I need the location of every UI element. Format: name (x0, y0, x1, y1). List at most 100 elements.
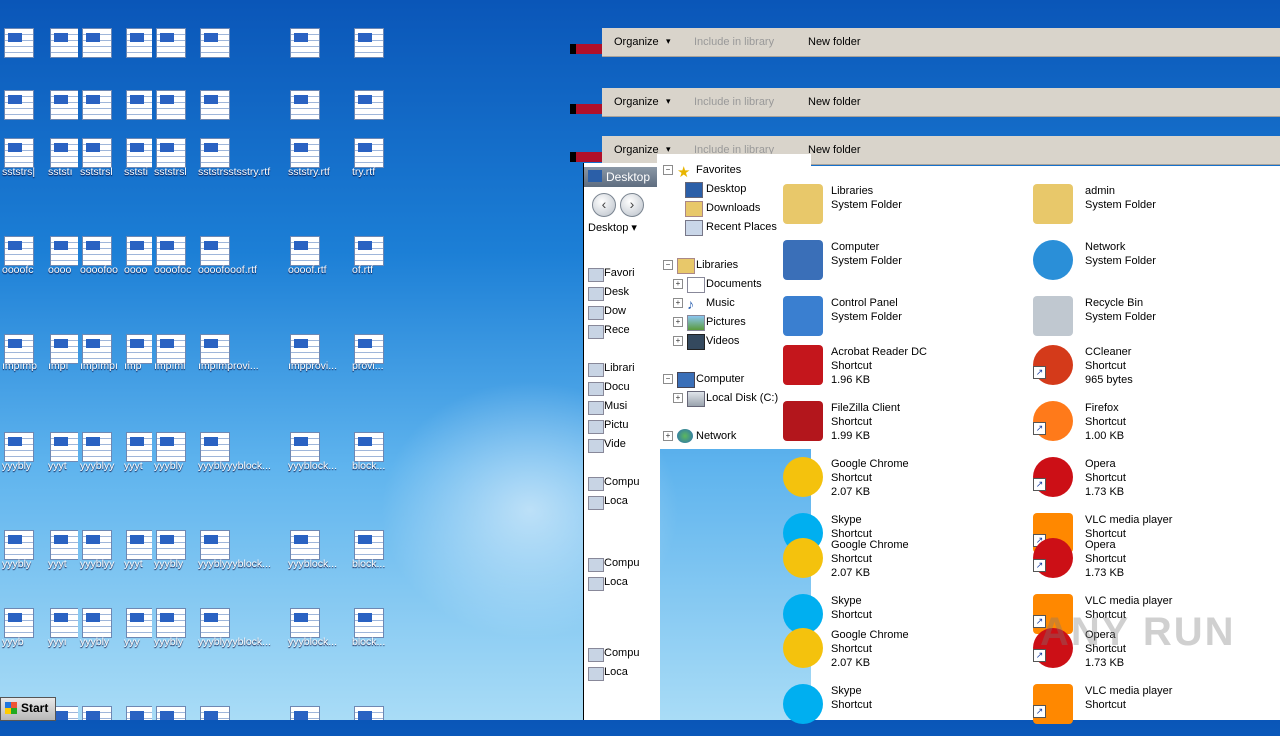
back-window-nav-item[interactable]: Compu (588, 557, 639, 572)
desktop-file-icon[interactable]: ımp (122, 334, 152, 374)
desktop-file-icon[interactable] (0, 28, 44, 68)
desktop-file-icon[interactable] (78, 706, 122, 720)
desktop-file-icon[interactable]: yyyblock... (286, 608, 337, 648)
expand-icon[interactable]: + (673, 298, 683, 308)
desktop-file-icon[interactable]: block... (350, 530, 390, 570)
file-item[interactable]: Network System Folder (1033, 240, 1253, 292)
desktop-file-icon[interactable] (196, 28, 240, 68)
desktop-file-icon[interactable] (122, 28, 152, 68)
desktop-file-icon[interactable]: oooofoo (78, 236, 122, 276)
desktop-file-icon[interactable]: oooo (122, 236, 152, 276)
expand-icon[interactable]: + (673, 317, 683, 327)
desktop-file-icon[interactable]: yyyblyyyblock... (196, 530, 271, 570)
desktop-file-icon[interactable] (152, 28, 196, 68)
organize-button[interactable]: Organize (614, 36, 659, 48)
new-folder-button[interactable]: New folder (808, 96, 861, 108)
file-item[interactable]: Acrobat Reader DC Shortcut 1.96 KB (783, 345, 1031, 397)
file-item[interactable]: Google Chrome Shortcut 2.07 KB (783, 538, 1031, 590)
desktop-file-icon[interactable]: yyyblyy (78, 432, 122, 472)
desktop-file-icon[interactable] (78, 28, 122, 68)
desktop-file-icon[interactable] (46, 90, 78, 130)
desktop-file-icon[interactable] (350, 706, 390, 720)
desktop-file-icon[interactable] (196, 90, 240, 130)
collapse-icon[interactable]: − (663, 260, 673, 270)
desktop-file-icon[interactable]: yyyı (46, 608, 78, 648)
desktop-file-icon[interactable]: oooo (46, 236, 78, 276)
expand-icon[interactable]: + (673, 279, 683, 289)
desktop-file-icon[interactable] (78, 90, 122, 130)
desktop-file-icon[interactable]: sststrsl (78, 138, 122, 178)
file-item[interactable]: Libraries System Folder (783, 184, 1031, 236)
file-item[interactable]: ↗ VLC media player Shortcut (1033, 684, 1253, 736)
forward-arrow-icon[interactable]: › (620, 193, 644, 217)
desktop-file-icon[interactable]: yyyblyyyblock... (196, 432, 271, 472)
desktop-file-icon[interactable] (286, 706, 330, 720)
file-item[interactable]: Control Panel System Folder (783, 296, 1031, 348)
back-window-nav-item[interactable]: Pictu (588, 419, 628, 434)
desktop-file-icon[interactable]: oooofoc (152, 236, 196, 276)
desktop-file-icon[interactable] (122, 90, 152, 130)
desktop-file-icon[interactable]: yyybly (0, 530, 44, 570)
back-window-nav-item[interactable]: Docu (588, 381, 630, 396)
file-item[interactable]: Computer System Folder (783, 240, 1031, 292)
file-item[interactable]: ↗ CCleaner Shortcut 965 bytes (1033, 345, 1253, 397)
desktop-file-icon[interactable] (46, 28, 78, 68)
back-window-nav-item[interactable]: Rece (588, 324, 630, 339)
file-item[interactable]: FileZilla Client Shortcut 1.99 KB (783, 401, 1031, 453)
collapse-icon[interactable]: − (663, 374, 673, 384)
desktop-file-icon[interactable]: yyyblyyyblock... (196, 608, 271, 648)
back-window-nav-item[interactable]: Loca (588, 495, 628, 510)
desktop-file-icon[interactable]: ımpıml (152, 334, 196, 374)
desktop-file-icon[interactable]: yyyblock... (286, 432, 337, 472)
desktop-file-icon[interactable]: oooofc (0, 236, 44, 276)
expand-icon[interactable]: + (663, 431, 673, 441)
desktop-file-icon[interactable]: yyyblyy (78, 530, 122, 570)
desktop-file-icon[interactable] (0, 90, 44, 130)
file-item[interactable]: Google Chrome Shortcut 2.07 KB (783, 628, 1031, 680)
desktop-file-icon[interactable] (122, 706, 152, 720)
desktop-file-icon[interactable]: yyyt (46, 432, 78, 472)
file-item[interactable]: Recycle Bin System Folder (1033, 296, 1253, 348)
organize-button[interactable]: Organize (614, 96, 659, 108)
desktop-file-icon[interactable] (152, 706, 196, 720)
include-in-library-button[interactable]: Include in library (694, 36, 774, 48)
desktop-file-icon[interactable]: yyyblock... (286, 530, 337, 570)
desktop-file-icon[interactable]: ımpı (46, 334, 78, 374)
organize-button[interactable]: Organize (614, 144, 659, 156)
back-window-nav-item[interactable]: Compu (588, 647, 639, 662)
back-window-nav-item[interactable]: Vide (588, 438, 626, 453)
back-window-nav-item[interactable]: Dow (588, 305, 626, 320)
desktop-file-icon[interactable]: yyybly (152, 608, 196, 648)
new-folder-button[interactable]: New folder (808, 144, 861, 156)
desktop-file-icon[interactable]: yyybly (78, 608, 122, 648)
desktop-file-icon[interactable]: yyybly (152, 530, 196, 570)
desktop-file-icon[interactable]: yyyb (0, 608, 44, 648)
desktop-file-icon[interactable] (286, 90, 330, 130)
desktop-file-icon[interactable]: block... (350, 432, 390, 472)
desktop-file-icon[interactable]: sststry.rtf (286, 138, 330, 178)
desktop-file-icon[interactable]: sststrsl (152, 138, 196, 178)
file-item[interactable]: admin System Folder (1033, 184, 1253, 236)
back-window-nav-item[interactable]: Musi (588, 400, 627, 415)
back-window-nav-item[interactable]: Librari (588, 362, 635, 377)
address-bar[interactable]: Desktop ▾ (588, 221, 637, 234)
file-item[interactable]: Skype Shortcut (783, 684, 1031, 736)
back-window-nav-item[interactable]: Desk (588, 286, 629, 301)
desktop-file-icon[interactable]: oooofooof.rtf (196, 236, 257, 276)
back-window-nav-item[interactable]: Loca (588, 666, 628, 681)
expand-icon[interactable]: + (673, 336, 683, 346)
desktop-file-icon[interactable]: oooof.rtf (286, 236, 330, 276)
desktop-file-icon[interactable]: provi... (350, 334, 390, 374)
desktop-file-icon[interactable]: ımpımprovi... (196, 334, 259, 374)
collapse-icon[interactable]: − (663, 165, 673, 175)
desktop-file-icon[interactable]: of.rtf (350, 236, 390, 276)
include-in-library-button[interactable]: Include in library (694, 96, 774, 108)
desktop-file-icon[interactable]: yyyt (122, 432, 152, 472)
desktop-file-icon[interactable]: yyyt (46, 530, 78, 570)
desktop-file-icon[interactable] (350, 90, 390, 130)
desktop-file-icon[interactable]: ımpımp (0, 334, 44, 374)
desktop-file-icon[interactable]: yyybly (152, 432, 196, 472)
file-item[interactable]: ↗ Firefox Shortcut 1.00 KB (1033, 401, 1253, 453)
desktop-file-icon[interactable]: block... (350, 608, 390, 648)
desktop-file-icon[interactable]: yyy (122, 608, 152, 648)
